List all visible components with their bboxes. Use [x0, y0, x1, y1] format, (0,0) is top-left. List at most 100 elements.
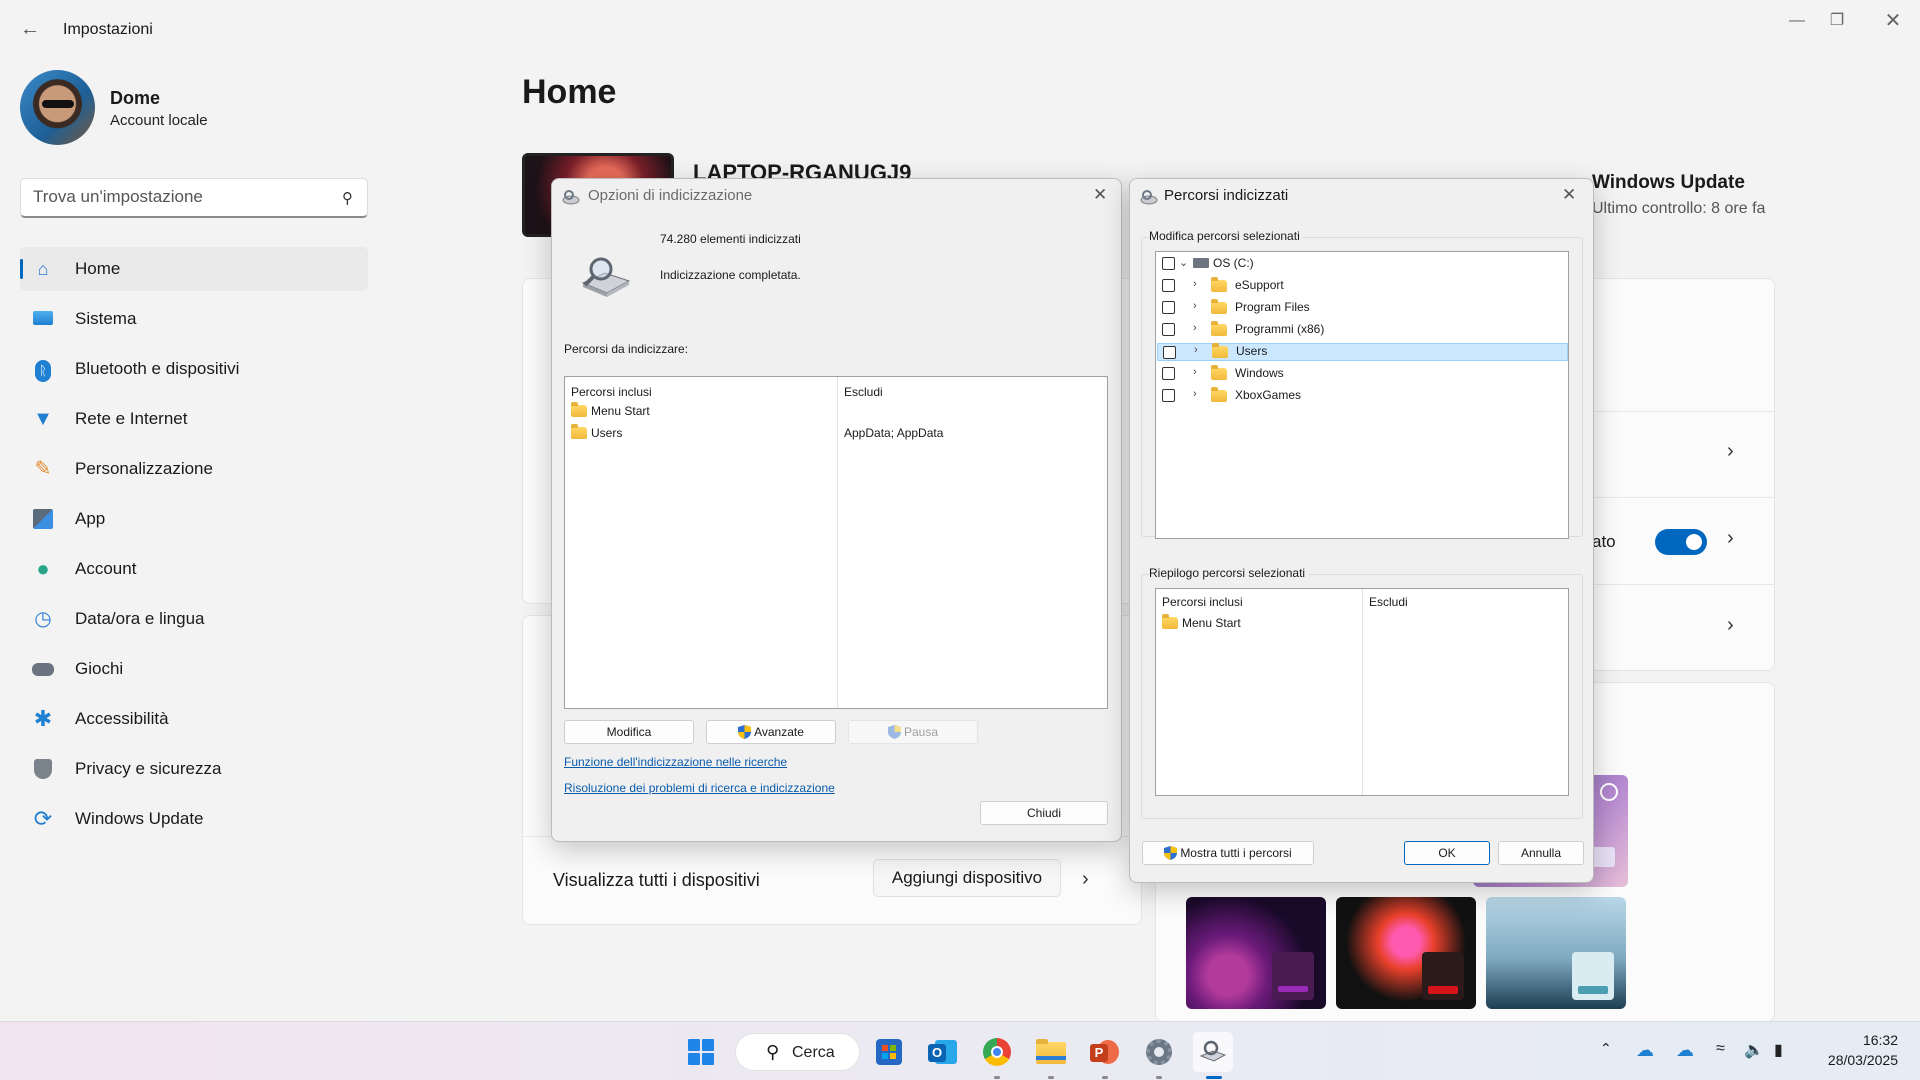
volume-icon[interactable]: 🔈 — [1744, 1040, 1764, 1060]
location-tree[interactable]: ⌄ OS (C:) › eSupport › Program Files › P… — [1155, 251, 1569, 539]
chevron-down-icon[interactable]: ⌄ — [1179, 256, 1188, 269]
column-header-exclude[interactable]: Escludi — [1369, 595, 1408, 609]
sidebar-item-account[interactable]: ● Account — [20, 547, 368, 591]
included-paths-list[interactable]: Percorsi inclusi Escludi Menu Start User… — [564, 376, 1108, 709]
title-bar: ← Impostazioni — ❐ ✕ — [0, 0, 1920, 60]
chevron-right-icon[interactable]: › — [1193, 388, 1197, 400]
sidebar-item-giochi[interactable]: Giochi — [20, 647, 368, 691]
settings-search-box[interactable]: ⚲ — [20, 178, 368, 218]
column-header-included[interactable]: Percorsi inclusi — [571, 385, 652, 399]
tree-item-label: XboxGames — [1235, 388, 1302, 402]
chevron-right-icon[interactable]: › — [1082, 868, 1089, 891]
chevron-right-icon[interactable]: › — [1727, 440, 1734, 463]
paths-section-label: Percorsi da indicizzare: — [564, 342, 689, 356]
theme-thumbnail[interactable] — [1336, 897, 1476, 1009]
search-icon: ⚲ — [766, 1042, 780, 1062]
chrome-icon[interactable] — [977, 1032, 1017, 1072]
checkbox[interactable] — [1162, 257, 1175, 270]
chevron-right-icon[interactable]: › — [1194, 344, 1198, 356]
checkbox[interactable] — [1163, 346, 1176, 359]
list-item[interactable]: Users — [571, 424, 622, 440]
wifi-icon[interactable]: ≈ — [1716, 1040, 1725, 1058]
tree-item-program-files[interactable]: › Program Files — [1157, 299, 1568, 317]
chevron-right-icon[interactable]: › — [1193, 300, 1197, 312]
sidebar-item-bluetooth[interactable]: ᚱ Bluetooth e dispositivi — [20, 347, 368, 391]
cancel-button[interactable]: Annulla — [1498, 841, 1584, 865]
checkbox[interactable] — [1162, 367, 1175, 380]
sidebar-item-rete[interactable]: ▼ Rete e Internet — [20, 397, 368, 441]
sidebar-item-data-ora[interactable]: ◷ Data/ora e lingua — [20, 597, 368, 641]
theme-thumbnail[interactable] — [1486, 897, 1626, 1009]
onedrive-icon[interactable]: ☁ — [1636, 1040, 1654, 1061]
outlook-icon[interactable]: O — [923, 1032, 963, 1072]
chevron-up-icon[interactable]: ⌃ — [1600, 1040, 1612, 1057]
toggle-switch[interactable] — [1655, 529, 1707, 555]
show-all-locations-button[interactable]: Mostra tutti i percorsi — [1142, 841, 1314, 865]
ok-button[interactable]: OK — [1404, 841, 1490, 865]
tree-item-label: Program Files — [1235, 300, 1310, 314]
close-icon[interactable]: ✕ — [1093, 185, 1107, 205]
windows-update-title[interactable]: Windows Update — [1592, 172, 1745, 194]
troubleshoot-link[interactable]: Risoluzione dei problemi di ricerca e in… — [564, 781, 835, 795]
battery-icon[interactable]: ▮ — [1774, 1040, 1783, 1060]
advanced-button[interactable]: Avanzate — [706, 720, 836, 744]
close-icon[interactable]: ✕ — [1562, 185, 1576, 205]
clock-time[interactable]: 16:32 — [1863, 1032, 1898, 1048]
modify-button[interactable]: Modifica — [564, 720, 694, 744]
taskbar-search[interactable]: ⚲ Cerca — [735, 1033, 860, 1071]
sidebar-item-windows-update[interactable]: ⟳ Windows Update — [20, 797, 368, 841]
checkbox[interactable] — [1162, 279, 1175, 292]
tree-item-programmi-x86[interactable]: › Programmi (x86) — [1157, 321, 1568, 339]
theme-active-icon — [1600, 783, 1618, 801]
chevron-right-icon[interactable]: › — [1727, 614, 1734, 637]
chevron-right-icon[interactable]: › — [1193, 366, 1197, 378]
store-icon[interactable] — [869, 1032, 909, 1072]
view-all-devices-label[interactable]: Visualizza tutti i dispositivi — [553, 870, 760, 891]
chevron-right-icon[interactable]: › — [1193, 322, 1197, 334]
onedrive-icon[interactable]: ☁ — [1676, 1040, 1694, 1061]
uac-shield-icon — [1164, 846, 1178, 860]
add-device-button[interactable]: Aggiungi dispositivo — [873, 859, 1061, 897]
indexing-help-link[interactable]: Funzione dell'indicizzazione nelle ricer… — [564, 755, 787, 769]
column-header-exclude[interactable]: Escludi — [844, 385, 883, 399]
restore-icon[interactable]: ❐ — [1814, 6, 1860, 36]
summary-list[interactable]: Percorsi inclusi Escludi Menu Start — [1155, 588, 1569, 796]
profile-name: Dome — [110, 88, 161, 108]
tree-item-windows[interactable]: › Windows — [1157, 365, 1568, 383]
search-icon[interactable]: ⚲ — [342, 189, 353, 207]
tree-item-users[interactable]: › Users — [1157, 343, 1568, 361]
sidebar-item-sistema[interactable]: Sistema — [20, 297, 368, 341]
indexing-icon[interactable] — [1193, 1032, 1233, 1072]
list-item[interactable]: Menu Start — [1162, 614, 1241, 630]
settings-search-input[interactable] — [33, 187, 323, 207]
avatar[interactable] — [20, 70, 95, 145]
tree-item-esupport[interactable]: › eSupport — [1157, 277, 1568, 295]
start-icon[interactable] — [681, 1032, 721, 1072]
close-button[interactable]: Chiudi — [980, 801, 1108, 825]
column-header-included[interactable]: Percorsi inclusi — [1162, 595, 1243, 609]
tree-item-xboxgames[interactable]: › XboxGames — [1157, 387, 1568, 405]
profile-account-type: Account locale — [110, 112, 208, 129]
clock-date[interactable]: 28/03/2025 — [1828, 1052, 1898, 1068]
accessibility-icon: ✱ — [33, 706, 53, 731]
checkbox[interactable] — [1162, 389, 1175, 402]
settings-icon[interactable] — [1139, 1032, 1179, 1072]
sidebar-item-label: Giochi — [75, 659, 124, 678]
sidebar-item-personalizzazione[interactable]: ✎ Personalizzazione — [20, 447, 368, 491]
chevron-right-icon[interactable]: › — [1727, 527, 1734, 550]
checkbox[interactable] — [1162, 323, 1175, 336]
close-icon[interactable]: ✕ — [1870, 6, 1916, 36]
back-arrow-icon[interactable]: ← — [20, 18, 40, 41]
list-item[interactable]: Menu Start — [571, 402, 650, 418]
theme-thumbnail[interactable] — [1186, 897, 1326, 1009]
sidebar-item-privacy[interactable]: Privacy e sicurezza — [20, 747, 368, 791]
tree-item-os-c[interactable]: ⌄ OS (C:) — [1157, 255, 1568, 273]
sidebar-item-home[interactable]: ⌂ Home — [20, 247, 368, 291]
exclude-value: AppData; AppData — [844, 426, 944, 440]
chevron-right-icon[interactable]: › — [1193, 278, 1197, 290]
checkbox[interactable] — [1162, 301, 1175, 314]
sidebar-item-accessibilita[interactable]: ✱ Accessibilità — [20, 697, 368, 741]
file-explorer-icon[interactable] — [1031, 1032, 1071, 1072]
powerpoint-icon[interactable]: P — [1085, 1032, 1125, 1072]
sidebar-item-app[interactable]: App — [20, 497, 368, 541]
